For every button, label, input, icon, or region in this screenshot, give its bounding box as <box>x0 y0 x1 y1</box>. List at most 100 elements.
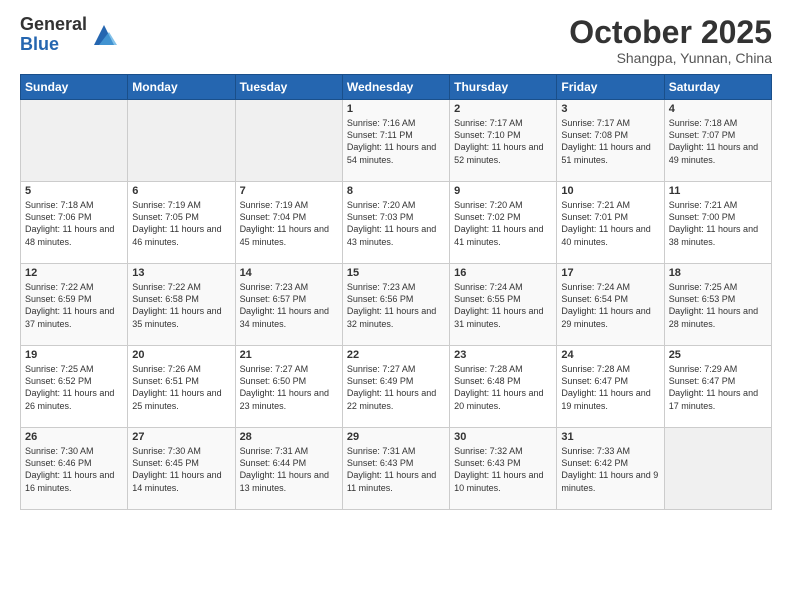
day-number: 8 <box>347 185 445 197</box>
day-number: 5 <box>25 185 123 197</box>
calendar-cell: 6 Sunrise: 7:19 AMSunset: 7:05 PMDaylight… <box>128 182 235 264</box>
page: General Blue October 2025 Shangpa, Yunna… <box>0 0 792 612</box>
calendar-week-3: 19 Sunrise: 7:25 AMSunset: 6:52 PMDayligh… <box>21 346 772 428</box>
calendar-header-thursday: Thursday <box>450 75 557 100</box>
day-number: 6 <box>132 185 230 197</box>
day-info: Sunrise: 7:28 AMSunset: 6:48 PMDaylight:… <box>454 363 552 412</box>
day-info: Sunrise: 7:32 AMSunset: 6:43 PMDaylight:… <box>454 445 552 494</box>
calendar-cell: 21 Sunrise: 7:27 AMSunset: 6:50 PMDayligh… <box>235 346 342 428</box>
day-info: Sunrise: 7:20 AMSunset: 7:02 PMDaylight:… <box>454 199 552 248</box>
calendar-cell: 12 Sunrise: 7:22 AMSunset: 6:59 PMDayligh… <box>21 264 128 346</box>
calendar-cell: 23 Sunrise: 7:28 AMSunset: 6:48 PMDayligh… <box>450 346 557 428</box>
calendar-table: SundayMondayTuesdayWednesdayThursdayFrid… <box>20 74 772 510</box>
day-info: Sunrise: 7:24 AMSunset: 6:55 PMDaylight:… <box>454 281 552 330</box>
day-number: 4 <box>669 103 767 115</box>
calendar-header-tuesday: Tuesday <box>235 75 342 100</box>
day-info: Sunrise: 7:33 AMSunset: 6:42 PMDaylight:… <box>561 445 659 494</box>
day-info: Sunrise: 7:27 AMSunset: 6:49 PMDaylight:… <box>347 363 445 412</box>
month-title: October 2025 <box>569 15 772 50</box>
day-info: Sunrise: 7:19 AMSunset: 7:04 PMDaylight:… <box>240 199 338 248</box>
logo-general: General <box>20 15 87 35</box>
day-number: 16 <box>454 267 552 279</box>
day-number: 20 <box>132 349 230 361</box>
day-info: Sunrise: 7:31 AMSunset: 6:44 PMDaylight:… <box>240 445 338 494</box>
day-info: Sunrise: 7:27 AMSunset: 6:50 PMDaylight:… <box>240 363 338 412</box>
day-number: 19 <box>25 349 123 361</box>
day-info: Sunrise: 7:30 AMSunset: 6:45 PMDaylight:… <box>132 445 230 494</box>
calendar-week-2: 12 Sunrise: 7:22 AMSunset: 6:59 PMDayligh… <box>21 264 772 346</box>
calendar-cell <box>235 100 342 182</box>
calendar-cell: 16 Sunrise: 7:24 AMSunset: 6:55 PMDayligh… <box>450 264 557 346</box>
calendar-cell: 3Sunrise: 7:17 AMSunset: 7:08 PMDaylight… <box>557 100 664 182</box>
day-number: 11 <box>669 185 767 197</box>
logo: General Blue <box>20 15 119 55</box>
day-number: 25 <box>669 349 767 361</box>
day-info: Sunrise: 7:17 AMSunset: 7:10 PMDaylight:… <box>454 117 552 166</box>
calendar-cell: 22 Sunrise: 7:27 AMSunset: 6:49 PMDayligh… <box>342 346 449 428</box>
calendar-cell: 29Sunrise: 7:31 AMSunset: 6:43 PMDayligh… <box>342 428 449 510</box>
title-section: October 2025 Shangpa, Yunnan, China <box>569 15 772 66</box>
day-number: 31 <box>561 431 659 443</box>
logo-text: General Blue <box>20 15 87 55</box>
day-info: Sunrise: 7:25 AMSunset: 6:52 PMDaylight:… <box>25 363 123 412</box>
logo-icon <box>89 20 119 50</box>
calendar-week-1: 5 Sunrise: 7:18 AMSunset: 7:06 PMDaylight… <box>21 182 772 264</box>
day-number: 1 <box>347 103 445 115</box>
day-number: 9 <box>454 185 552 197</box>
calendar-cell: 24 Sunrise: 7:28 AMSunset: 6:47 PMDayligh… <box>557 346 664 428</box>
day-number: 14 <box>240 267 338 279</box>
calendar-cell: 30Sunrise: 7:32 AMSunset: 6:43 PMDayligh… <box>450 428 557 510</box>
day-info: Sunrise: 7:23 AMSunset: 6:56 PMDaylight:… <box>347 281 445 330</box>
day-number: 24 <box>561 349 659 361</box>
day-info: Sunrise: 7:18 AMSunset: 7:07 PMDaylight:… <box>669 117 767 166</box>
calendar-cell: 27 Sunrise: 7:30 AMSunset: 6:45 PMDayligh… <box>128 428 235 510</box>
calendar-week-0: 1Sunrise: 7:16 AMSunset: 7:11 PMDaylight… <box>21 100 772 182</box>
calendar-cell: 4 Sunrise: 7:18 AMSunset: 7:07 PMDaylight… <box>664 100 771 182</box>
day-number: 27 <box>132 431 230 443</box>
day-number: 23 <box>454 349 552 361</box>
calendar-cell: 17Sunrise: 7:24 AMSunset: 6:54 PMDayligh… <box>557 264 664 346</box>
calendar-cell: 19 Sunrise: 7:25 AMSunset: 6:52 PMDayligh… <box>21 346 128 428</box>
day-info: Sunrise: 7:24 AMSunset: 6:54 PMDaylight:… <box>561 281 659 330</box>
calendar-cell <box>21 100 128 182</box>
calendar-header-monday: Monday <box>128 75 235 100</box>
day-number: 26 <box>25 431 123 443</box>
day-number: 10 <box>561 185 659 197</box>
calendar-cell <box>664 428 771 510</box>
day-info: Sunrise: 7:22 AMSunset: 6:59 PMDaylight:… <box>25 281 123 330</box>
day-info: Sunrise: 7:28 AMSunset: 6:47 PMDaylight:… <box>561 363 659 412</box>
calendar-cell: 11Sunrise: 7:21 AMSunset: 7:00 PMDayligh… <box>664 182 771 264</box>
day-number: 12 <box>25 267 123 279</box>
calendar-cell: 9 Sunrise: 7:20 AMSunset: 7:02 PMDaylight… <box>450 182 557 264</box>
day-info: Sunrise: 7:23 AMSunset: 6:57 PMDaylight:… <box>240 281 338 330</box>
day-number: 21 <box>240 349 338 361</box>
calendar-cell: 25Sunrise: 7:29 AMSunset: 6:47 PMDayligh… <box>664 346 771 428</box>
day-info: Sunrise: 7:19 AMSunset: 7:05 PMDaylight:… <box>132 199 230 248</box>
day-number: 22 <box>347 349 445 361</box>
calendar-cell: 5 Sunrise: 7:18 AMSunset: 7:06 PMDaylight… <box>21 182 128 264</box>
calendar-cell: 13Sunrise: 7:22 AMSunset: 6:58 PMDayligh… <box>128 264 235 346</box>
calendar-header-saturday: Saturday <box>664 75 771 100</box>
day-number: 15 <box>347 267 445 279</box>
calendar-cell: 26 Sunrise: 7:30 AMSunset: 6:46 PMDayligh… <box>21 428 128 510</box>
calendar-cell: 14 Sunrise: 7:23 AMSunset: 6:57 PMDayligh… <box>235 264 342 346</box>
calendar-cell: 20 Sunrise: 7:26 AMSunset: 6:51 PMDayligh… <box>128 346 235 428</box>
day-number: 28 <box>240 431 338 443</box>
location: Shangpa, Yunnan, China <box>569 50 772 66</box>
day-info: Sunrise: 7:31 AMSunset: 6:43 PMDaylight:… <box>347 445 445 494</box>
calendar-cell: 28 Sunrise: 7:31 AMSunset: 6:44 PMDayligh… <box>235 428 342 510</box>
calendar-header-sunday: Sunday <box>21 75 128 100</box>
calendar-cell: 31 Sunrise: 7:33 AMSunset: 6:42 PMDayligh… <box>557 428 664 510</box>
day-info: Sunrise: 7:30 AMSunset: 6:46 PMDaylight:… <box>25 445 123 494</box>
day-info: Sunrise: 7:18 AMSunset: 7:06 PMDaylight:… <box>25 199 123 248</box>
calendar-cell <box>128 100 235 182</box>
calendar-header-friday: Friday <box>557 75 664 100</box>
calendar-cell: 18Sunrise: 7:25 AMSunset: 6:53 PMDayligh… <box>664 264 771 346</box>
day-info: Sunrise: 7:20 AMSunset: 7:03 PMDaylight:… <box>347 199 445 248</box>
calendar-cell: 15 Sunrise: 7:23 AMSunset: 6:56 PMDayligh… <box>342 264 449 346</box>
day-info: Sunrise: 7:26 AMSunset: 6:51 PMDaylight:… <box>132 363 230 412</box>
day-info: Sunrise: 7:17 AMSunset: 7:08 PMDaylight:… <box>561 117 659 166</box>
day-info: Sunrise: 7:21 AMSunset: 7:01 PMDaylight:… <box>561 199 659 248</box>
calendar-cell: 8 Sunrise: 7:20 AMSunset: 7:03 PMDaylight… <box>342 182 449 264</box>
day-number: 13 <box>132 267 230 279</box>
